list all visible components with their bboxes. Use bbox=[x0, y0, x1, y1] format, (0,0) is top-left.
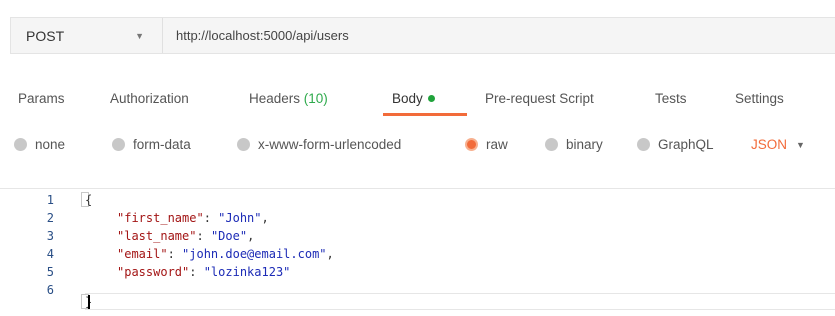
radio-binary-label: binary bbox=[566, 137, 603, 152]
url-input[interactable]: http://localhost:5000/api/users bbox=[163, 28, 835, 43]
json-value: "lozinka123" bbox=[203, 265, 291, 279]
radio-graphql-label: GraphQL bbox=[658, 137, 714, 152]
radio-none[interactable]: none bbox=[14, 137, 65, 152]
code-line: "email": "john.doe@email.com", bbox=[117, 247, 334, 261]
tab-tests[interactable]: Tests bbox=[655, 91, 687, 106]
radio-icon bbox=[545, 138, 558, 151]
json-key: "last_name" bbox=[117, 229, 197, 243]
tab-pre-request-script[interactable]: Pre-request Script bbox=[485, 91, 594, 106]
body-type-selector: none form-data x-www-form-urlencoded raw… bbox=[0, 130, 835, 160]
method-label: POST bbox=[26, 27, 65, 44]
line-number: 4 bbox=[46, 247, 54, 261]
headers-count-badge: (10) bbox=[303, 91, 328, 106]
json-comma: , bbox=[247, 229, 255, 243]
json-key: "email" bbox=[117, 247, 168, 261]
chevron-down-icon: ▼ bbox=[135, 30, 144, 41]
radio-graphql[interactable]: GraphQL bbox=[637, 137, 714, 152]
line-number: 6 bbox=[46, 283, 54, 297]
body-modified-dot-icon bbox=[427, 95, 435, 102]
text-cursor bbox=[88, 295, 90, 309]
line-number: 3 bbox=[46, 229, 54, 243]
radio-form-data[interactable]: form-data bbox=[112, 137, 191, 152]
radio-icon bbox=[112, 138, 125, 151]
json-comma: , bbox=[326, 247, 334, 261]
tab-headers[interactable]: Headers (10) bbox=[249, 91, 328, 106]
radio-urlencoded[interactable]: x-www-form-urlencoded bbox=[237, 137, 401, 152]
json-value: "Doe" bbox=[210, 229, 248, 243]
request-url-bar: POST ▼ http://localhost:5000/api/users bbox=[10, 17, 835, 54]
method-select[interactable]: POST ▼ bbox=[11, 18, 163, 53]
json-key: "password" bbox=[117, 265, 190, 279]
tab-params[interactable]: Params bbox=[18, 91, 65, 106]
active-tab-indicator bbox=[383, 113, 467, 116]
code-line: "first_name": "John", bbox=[117, 211, 269, 225]
json-value: "John" bbox=[218, 211, 262, 225]
json-value: "john.doe@email.com" bbox=[182, 247, 327, 261]
radio-binary[interactable]: binary bbox=[545, 137, 603, 152]
code-line: "last_name": "Doe", bbox=[117, 229, 255, 243]
radio-raw-label: raw bbox=[486, 137, 508, 152]
tab-settings[interactable]: Settings bbox=[735, 91, 784, 106]
line-number: 2 bbox=[46, 211, 54, 225]
line-number: 5 bbox=[46, 265, 54, 279]
code-line: "password": "lozinka123" bbox=[117, 265, 291, 279]
language-select[interactable]: JSON bbox=[751, 137, 787, 152]
request-tabs: Params Authorization Headers (10) Body P… bbox=[0, 80, 835, 120]
radio-urlencoded-label: x-www-form-urlencoded bbox=[258, 137, 402, 152]
json-comma: , bbox=[261, 211, 269, 225]
radio-icon bbox=[637, 138, 650, 151]
active-line-highlight bbox=[85, 293, 835, 310]
tab-authorization[interactable]: Authorization bbox=[110, 91, 189, 106]
tab-body-label: Body bbox=[392, 91, 423, 106]
radio-icon bbox=[237, 138, 250, 151]
radio-none-label: none bbox=[35, 137, 66, 152]
open-brace: { bbox=[85, 193, 93, 207]
chevron-down-icon[interactable]: ▼ bbox=[796, 140, 805, 150]
line-number: 1 bbox=[46, 193, 54, 207]
tab-headers-label: Headers bbox=[249, 91, 301, 106]
radio-icon bbox=[14, 138, 27, 151]
code-line: { bbox=[85, 193, 92, 207]
radio-selected-icon bbox=[465, 138, 478, 151]
body-editor[interactable]: 1 2 3 4 5 6 { "first_name": "John", "las… bbox=[0, 188, 835, 316]
json-key: "first_name" bbox=[117, 211, 204, 225]
tab-body[interactable]: Body bbox=[392, 91, 435, 106]
radio-form-data-label: form-data bbox=[133, 137, 191, 152]
radio-raw[interactable]: raw bbox=[465, 137, 508, 152]
